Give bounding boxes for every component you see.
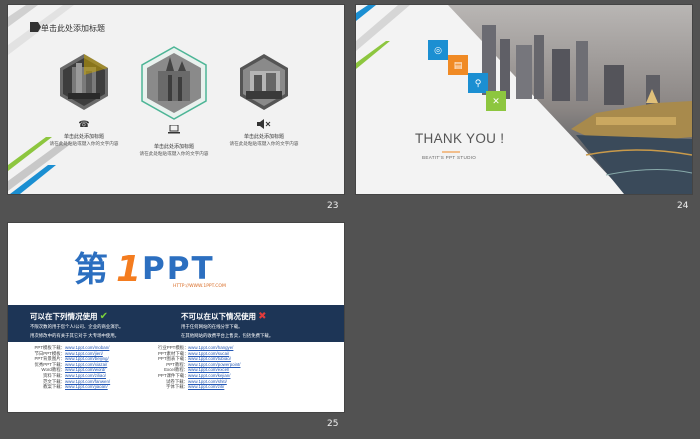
slide-thumbnail-24[interactable]: ◎ ▤ ⚲ ✕ THANK YOU ! BEATIT'S PPT STUDIO	[356, 5, 692, 194]
download-link[interactable]: www.1ppt.com/sucai/	[188, 351, 229, 356]
document-icon: ▤	[448, 55, 468, 75]
download-link[interactable]: www.1ppt.com/jiaoan/	[65, 384, 108, 389]
slide-number: 24	[677, 201, 689, 211]
laptop-icon	[164, 124, 184, 136]
download-link-row: 字体下载：www.1ppt.com/ziti/	[158, 384, 240, 390]
item-body: 请在此处粘贴或键入你的文字内容	[139, 150, 209, 156]
download-link[interactable]: www.1ppt.com/fanwen/	[65, 379, 110, 384]
studio-caption: BEATIT'S PPT STUDIO	[422, 155, 477, 160]
links-right-column: 行业PPT模板：www.1ppt.com/hangye/PPT素材下载：www.…	[158, 345, 240, 390]
item-body: 请在此处粘贴或键入你的文字内容	[49, 140, 119, 146]
download-link[interactable]: www.1ppt.com/jieri/	[65, 351, 103, 356]
tools-icon: ✕	[486, 91, 506, 111]
link-label: 教案下载：	[43, 384, 65, 390]
search-icon: ⚲	[468, 73, 488, 93]
download-link[interactable]: www.1ppt.com/word/	[65, 367, 106, 372]
checkmark-icon: ✔	[99, 311, 108, 322]
allowed-note: 不限次数的用于您个人/公司、企业的商业演示。	[30, 324, 124, 329]
download-link[interactable]: www.1ppt.com/ziliao/	[65, 373, 106, 378]
svg-text:PPT: PPT	[142, 251, 215, 287]
download-link-row: 教案下载：www.1ppt.com/jiaoan/	[30, 384, 110, 390]
forbidden-note: 用于任何网站的在线分享下载。	[181, 324, 243, 329]
link-label: 字体下载：	[166, 384, 188, 390]
phone-icon: ☎	[78, 119, 90, 129]
links-left-column: PPT模板下载：www.1ppt.com/moban/节日PPT模板：www.1…	[30, 345, 111, 390]
item-caption-3: 单击此处添加标题 请在此处粘贴或键入你的文字内容	[219, 134, 309, 146]
forbidden-title: 不可以在以下情况使用 ✖	[181, 311, 267, 322]
thank-you-heading: THANK YOU !	[415, 131, 505, 146]
lightbulb-icon: ◎	[428, 40, 448, 60]
slide-thumbnail-25[interactable]: 第 1 PPT HTTP://WWW.1PPT.COM 可以在下列情况使用 ✔ …	[8, 223, 344, 412]
1ppt-logo: 第 1 PPT HTTP://WWW.1PPT.COM	[74, 249, 226, 290]
allowed-note: 用次修改中的有关于其它对于 大专场中使用。	[30, 333, 120, 338]
download-link[interactable]: www.1ppt.com/tubiao/	[188, 356, 231, 361]
slide-number: 23	[327, 201, 339, 211]
cross-icon: ✖	[258, 311, 267, 322]
forbidden-note: 在其他网站的收费平台上售卖，包括免费下载。	[181, 333, 274, 338]
svg-text:第: 第	[74, 250, 108, 290]
download-link[interactable]: www.1ppt.com/shiti/	[188, 379, 227, 384]
item-caption-2: 单击此处添加标题 请在此处粘贴或键入你的文字内容	[129, 144, 219, 156]
download-link[interactable]: www.1ppt.com/excel/	[188, 367, 229, 372]
download-link[interactable]: www.1ppt.com/kejian/	[188, 373, 230, 378]
download-link[interactable]: www.1ppt.com/moban/	[65, 345, 109, 350]
item-body: 请在此处粘贴或键入你的文字内容	[229, 140, 299, 146]
slide-title: 单击此处添加标题	[41, 24, 105, 33]
download-link[interactable]: www.1ppt.com/ziti/	[188, 384, 224, 389]
allowed-title: 可以在下列情况使用 ✔	[30, 311, 108, 322]
download-link[interactable]: www.1ppt.com/hangye/	[188, 345, 233, 350]
download-link[interactable]: www.1ppt.com/beijing/	[65, 356, 109, 361]
logo-url: HTTP://WWW.1PPT.COM	[173, 283, 226, 289]
city-night-photo	[356, 5, 692, 194]
slide-number: 25	[327, 419, 339, 429]
item-caption-1: 单击此处添加标题 请在此处粘贴或键入你的文字内容	[39, 134, 129, 146]
svg-text:1: 1	[116, 249, 141, 290]
speaker-icon	[254, 119, 274, 131]
slide-thumbnail-23[interactable]: 单击此处添加标题 ☎ 单击此处添加标题 请在此处粘贴或键入你的文字内容 单击此处…	[8, 5, 344, 194]
